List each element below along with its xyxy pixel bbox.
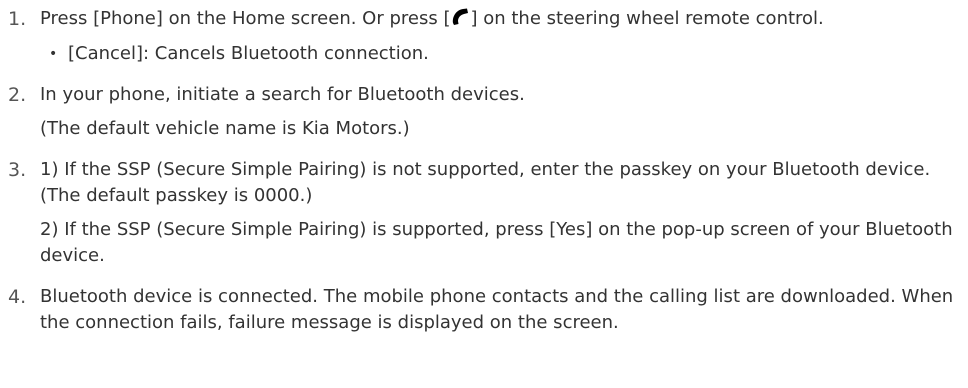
step-1: 1. Press [Phone] on the Home screen. Or … xyxy=(8,6,958,67)
bullet-text: [Cancel]: Cancels Bluetooth connection. xyxy=(68,43,429,64)
step-number: 3. xyxy=(8,159,27,181)
step-text-after-icon: ] on the steering wheel remote control. xyxy=(470,8,824,29)
step-text: Press [Phone] on the Home screen. Or pre… xyxy=(40,6,958,32)
step-number: 1. xyxy=(8,8,27,30)
step-text: In your phone, initiate a search for Blu… xyxy=(40,84,525,105)
step-number: 4. xyxy=(8,286,27,308)
step-number: 2. xyxy=(8,84,27,106)
step-2: 2. In your phone, initiate a search for … xyxy=(8,82,958,142)
step-text-part-2: 2) If the SSP (Secure Simple Pairing) is… xyxy=(40,219,953,266)
step-text: Bluetooth device is connected. The mobil… xyxy=(40,286,954,333)
instruction-page: 1. Press [Phone] on the Home screen. Or … xyxy=(0,0,968,388)
step-text-part-1: 1) If the SSP (Secure Simple Pairing) is… xyxy=(40,159,931,206)
step-note: (The default vehicle name is Kia Motors.… xyxy=(40,118,410,139)
step-3: 3. 1) If the SSP (Secure Simple Pairing)… xyxy=(8,157,958,269)
bullet-dot: • xyxy=(49,46,58,62)
step-text-before-icon: Press [Phone] on the Home screen. Or pre… xyxy=(40,8,451,29)
step-4: 4. Bluetooth device is connected. The mo… xyxy=(8,284,958,336)
phone-handset-icon xyxy=(450,6,470,28)
step-bullet: • [Cancel]: Cancels Bluetooth connection… xyxy=(49,41,958,67)
